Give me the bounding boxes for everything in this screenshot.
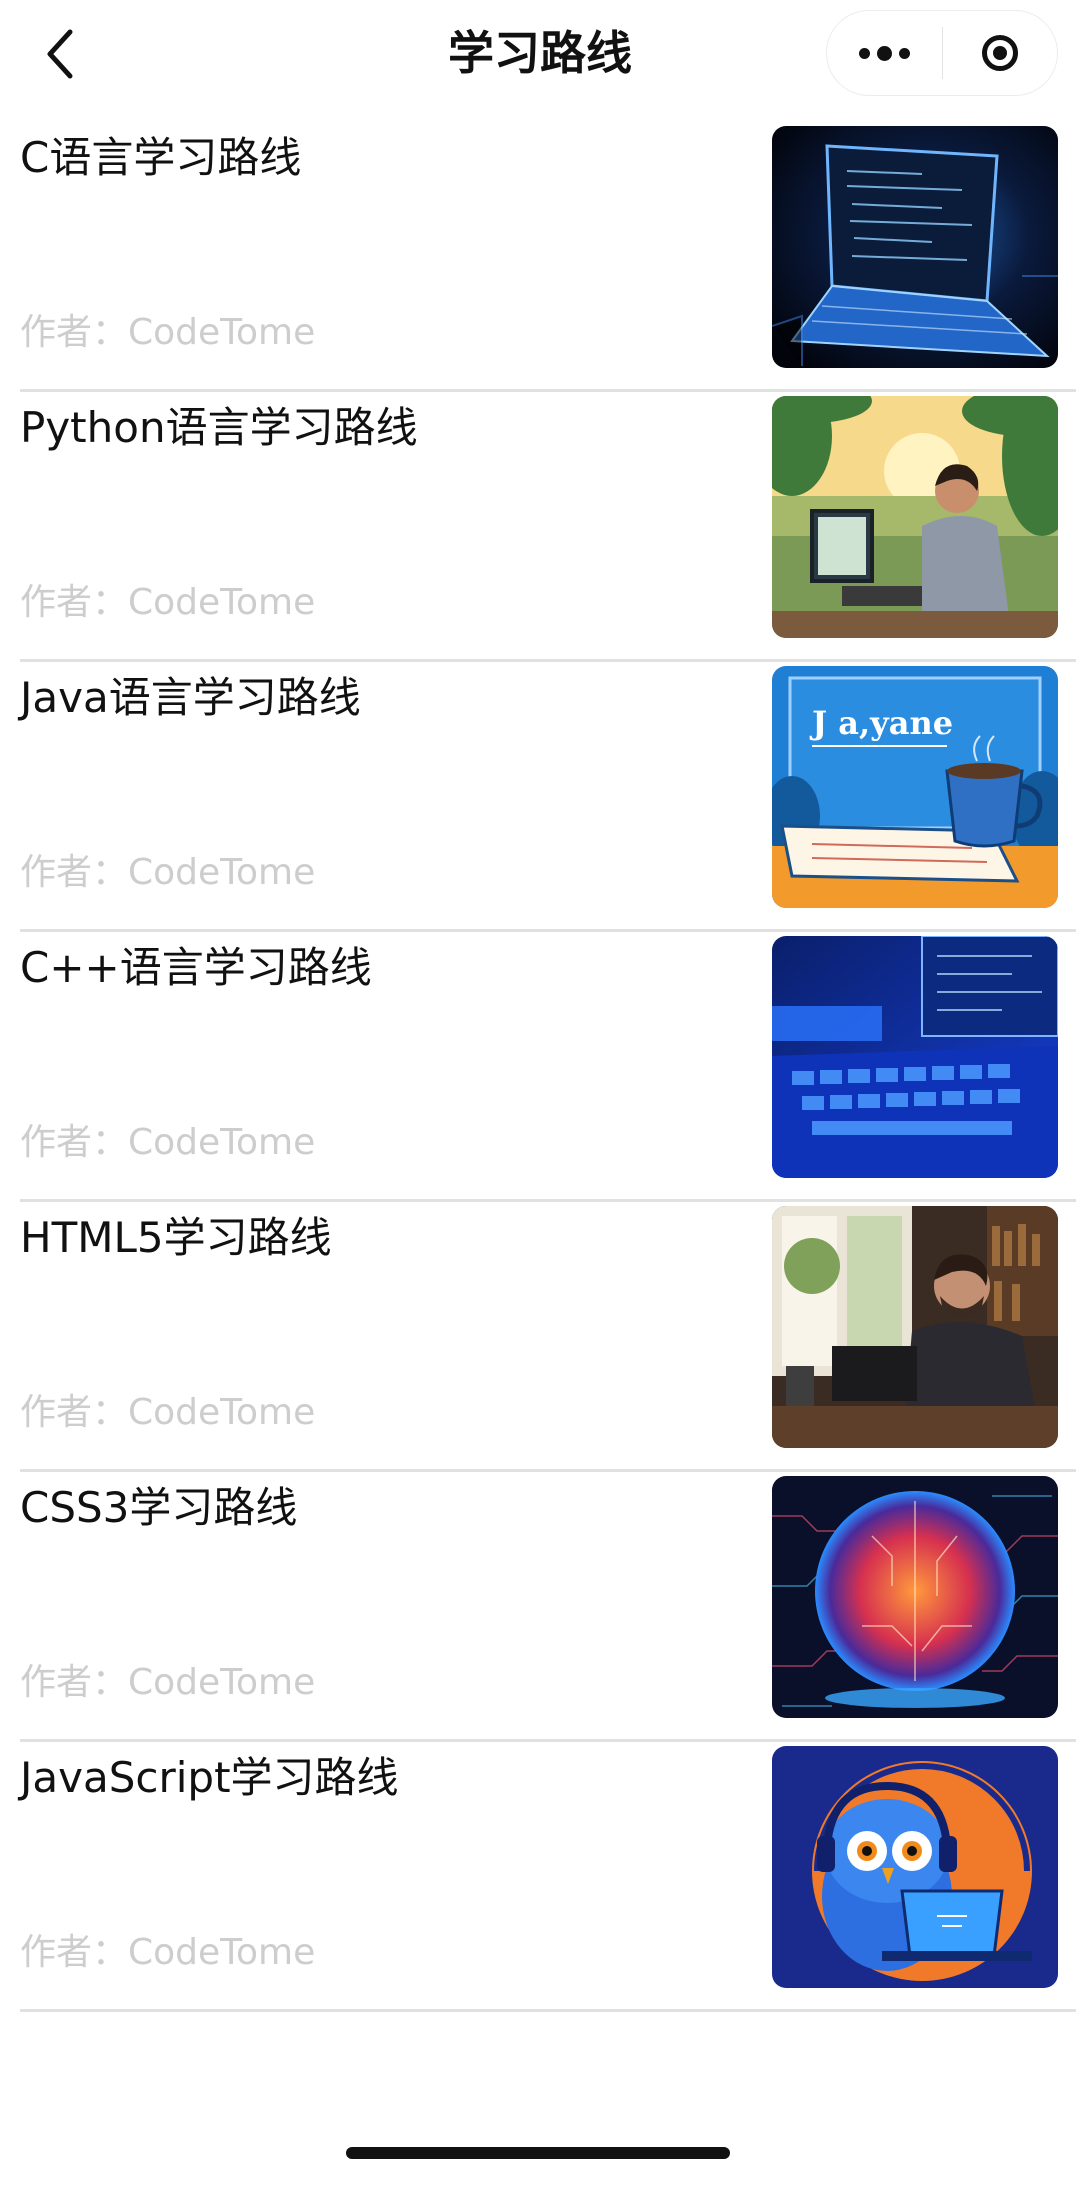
list-item[interactable]: JavaScript学习路线 作者：CodeTome [20, 1742, 1076, 2012]
home-indicator[interactable] [346, 2147, 730, 2159]
course-title: C语言学习路线 [20, 133, 302, 182]
course-thumbnail [772, 936, 1058, 1178]
close-button[interactable] [943, 11, 1058, 95]
list-item[interactable]: CSS3学习路线 作者：CodeTome [20, 1472, 1076, 1742]
course-author: 作者：CodeTome [20, 1662, 316, 1703]
list-item[interactable]: HTML5学习路线 作者：CodeTome [20, 1202, 1076, 1472]
course-author: 作者：CodeTome [20, 312, 316, 353]
course-title: CSS3学习路线 [20, 1483, 298, 1532]
course-title: HTML5学习路线 [20, 1213, 332, 1262]
list-item[interactable]: C++语言学习路线 作者：CodeTome [20, 932, 1076, 1202]
course-author: 作者：CodeTome [20, 852, 316, 893]
course-title: Python语言学习路线 [20, 403, 418, 452]
more-dots-icon [858, 45, 910, 61]
course-thumbnail [772, 1476, 1058, 1718]
course-title: JavaScript学习路线 [20, 1753, 399, 1802]
course-author: 作者：CodeTome [20, 1122, 316, 1163]
course-author: 作者：CodeTome [20, 1392, 316, 1433]
list-item[interactable]: Python语言学习路线 作者：CodeTome [20, 392, 1076, 662]
course-thumbnail: J a,yane [772, 666, 1058, 908]
course-author: 作者：CodeTome [20, 582, 316, 623]
course-thumbnail [772, 1746, 1058, 1988]
course-author: 作者：CodeTome [20, 1932, 316, 1973]
more-button[interactable] [827, 11, 942, 95]
navigation-bar: 学习路线 [0, 0, 1080, 108]
thumb-screen-text: J a,yane [809, 704, 953, 742]
list-item[interactable]: C语言学习路线 作者：CodeTome [20, 122, 1076, 392]
target-circle-icon [981, 35, 1018, 71]
course-title: C++语言学习路线 [20, 943, 372, 992]
course-thumbnail [772, 396, 1058, 638]
course-thumbnail [772, 126, 1058, 368]
course-thumbnail [772, 1206, 1058, 1448]
course-title: Java语言学习路线 [20, 673, 361, 722]
list-item[interactable]: Java语言学习路线 作者：CodeTome J a,yane [20, 662, 1076, 932]
course-list: C语言学习路线 作者：CodeTome Python语言学习路线 作者：Code… [0, 122, 1080, 2012]
mini-program-capsule [826, 10, 1058, 96]
